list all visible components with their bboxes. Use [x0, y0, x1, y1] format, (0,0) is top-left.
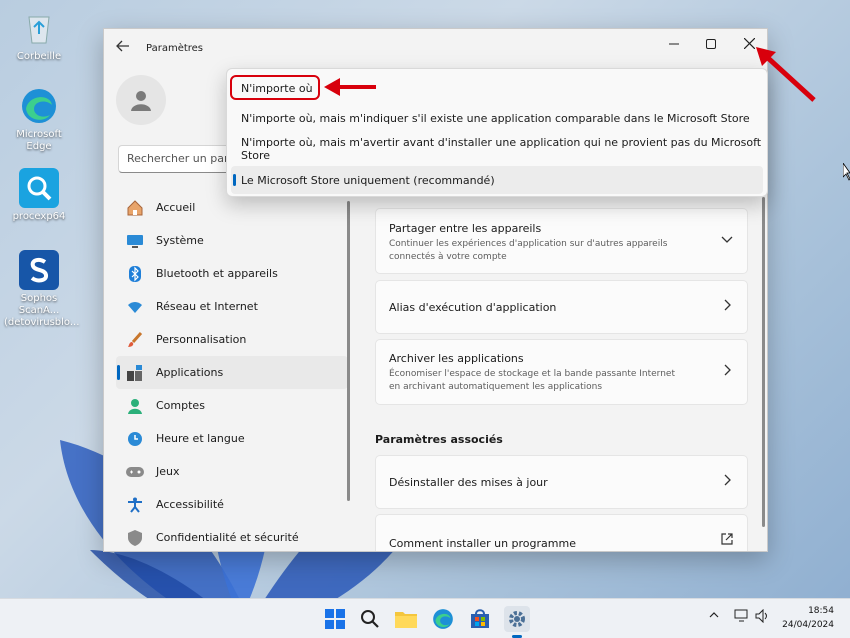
sidebar-item-accessibilite[interactable]: Accessibilité — [116, 488, 348, 521]
person-icon — [131, 91, 151, 111]
sidebar-item-systeme[interactable]: Système — [116, 224, 348, 257]
desktop-icon-recycle-bin[interactable]: Corbeille — [4, 8, 74, 63]
clock-date: 24/04/2024 — [782, 620, 834, 630]
sidebar-item-label: Réseau et Internet — [156, 300, 258, 313]
sidebar-item-reseau[interactable]: Réseau et Internet — [116, 290, 348, 323]
taskbar: 18:54 24/04/2024 — [0, 598, 850, 638]
folder-icon — [395, 612, 417, 628]
gear-icon — [509, 611, 525, 627]
search-icon — [361, 610, 379, 628]
sidebar-item-confidentialite[interactable]: Confidentialité et sécurité — [116, 521, 348, 551]
bluetooth-icon — [126, 265, 144, 283]
card-how-to-install[interactable]: Comment installer un programme — [375, 514, 748, 551]
chevron-down-icon — [721, 233, 733, 248]
sidebar-item-label: Système — [156, 234, 204, 247]
sidebar-item-bluetooth[interactable]: Bluetooth et appareils — [116, 257, 348, 290]
sidebar-item-label: Jeux — [156, 465, 180, 478]
dropdown-option-store-only[interactable]: Le Microsoft Store uniquement (recommand… — [231, 166, 763, 194]
network-icon[interactable] — [734, 609, 750, 626]
edge-icon — [19, 86, 59, 126]
sidebar-item-label: Accueil — [156, 201, 196, 214]
sidebar-nav: Accueil Système Bluetooth et appareils R… — [116, 191, 348, 551]
recycle-bin-icon — [19, 8, 59, 48]
annotation-highlight-box — [230, 75, 320, 100]
sidebar-item-personnalisation[interactable]: Personnalisation — [116, 323, 348, 356]
windows-icon — [325, 609, 345, 629]
home-icon — [126, 199, 144, 217]
card-archive-apps[interactable]: Archiver les applications Économiser l'e… — [375, 339, 748, 405]
start-button[interactable] — [322, 606, 348, 632]
sidebar-item-label: Bluetooth et appareils — [156, 267, 278, 280]
person-icon — [126, 397, 144, 415]
gamepad-icon — [126, 463, 144, 481]
minimize-icon — [669, 43, 679, 45]
chevron-right-icon — [721, 299, 733, 314]
window-title: Paramètres — [146, 43, 204, 54]
accessibility-icon — [126, 496, 144, 514]
search-button[interactable] — [357, 606, 383, 632]
back-button[interactable] — [116, 39, 134, 57]
volume-icon[interactable] — [755, 608, 771, 626]
sidebar-item-applications[interactable]: Applications — [116, 356, 348, 389]
procexp-icon — [19, 168, 59, 208]
sidebar-item-label: Confidentialité et sécurité — [156, 531, 299, 544]
annotation-arrow-left — [324, 78, 376, 96]
sidebar-item-label: Personnalisation — [156, 333, 247, 346]
system-clock[interactable]: 18:54 24/04/2024 — [782, 604, 834, 632]
sidebar-item-jeux[interactable]: Jeux — [116, 455, 348, 488]
user-avatar[interactable] — [116, 75, 166, 125]
desktop-icon-edge[interactable]: Microsoft Edge — [4, 86, 74, 153]
minimize-button[interactable] — [659, 35, 689, 57]
apps-icon — [126, 364, 144, 382]
card-uninstall-updates[interactable]: Désinstaller des mises à jour — [375, 455, 748, 509]
sidebar-item-label: Applications — [156, 366, 224, 379]
file-explorer-button[interactable] — [393, 606, 419, 632]
arrow-left-icon — [116, 40, 129, 52]
chevron-right-icon — [721, 364, 733, 379]
dropdown-option-anywhere-notify[interactable]: N'importe où, mais m'indiquer s'il exist… — [231, 104, 763, 132]
sidebar-item-label: Accessibilité — [156, 498, 224, 511]
card-share-devices[interactable]: Partager entre les appareils Continuer l… — [375, 208, 748, 274]
chevron-up-icon[interactable] — [709, 609, 719, 623]
maximize-button[interactable] — [696, 35, 726, 57]
card-app-execution-alias[interactable]: Alias d'exécution d'application — [375, 280, 748, 334]
external-link-icon — [721, 533, 733, 548]
dropdown-option-anywhere-warn[interactable]: N'importe où, mais m'avertir avant d'ins… — [231, 135, 763, 163]
sidebar-scrollbar[interactable] — [347, 201, 350, 501]
sidebar-item-comptes[interactable]: Comptes — [116, 389, 348, 422]
desktop-icon-procexp[interactable]: procexp64 — [4, 168, 74, 223]
shield-icon — [126, 529, 144, 547]
title-bar: Paramètres — [104, 29, 767, 69]
annotation-arrow-close — [756, 47, 816, 102]
edge-taskbar-button[interactable] — [430, 606, 456, 632]
chevron-right-icon — [721, 474, 733, 489]
section-title-related: Paramètres associés — [375, 433, 503, 446]
sophos-icon — [19, 250, 59, 290]
clock-globe-icon — [126, 430, 144, 448]
store-button[interactable] — [467, 606, 493, 632]
maximize-icon — [706, 39, 716, 49]
edge-icon — [433, 609, 453, 629]
desktop-icon-sophos[interactable]: Sophos ScanA... (detovirusblo... — [4, 250, 79, 329]
settings-taskbar-button[interactable] — [504, 606, 530, 632]
brush-icon — [126, 331, 144, 349]
wifi-icon — [126, 298, 144, 316]
main-scrollbar[interactable] — [762, 197, 765, 527]
sidebar-item-heure[interactable]: Heure et langue — [116, 422, 348, 455]
display-icon — [126, 232, 144, 250]
mouse-cursor — [843, 163, 850, 181]
sidebar-item-label: Comptes — [156, 399, 205, 412]
clock-time: 18:54 — [808, 606, 834, 616]
store-icon — [471, 609, 489, 628]
sidebar-item-label: Heure et langue — [156, 432, 245, 445]
